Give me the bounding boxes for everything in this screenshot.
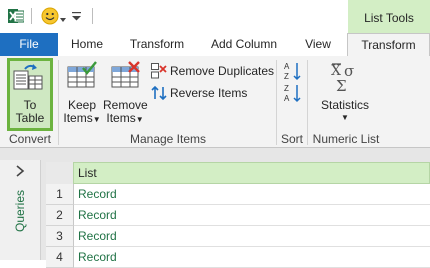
- reverse-items-icon: [151, 85, 167, 101]
- list-tools-contextual-header: List Tools: [348, 0, 430, 33]
- statistics-icon: X σ Σ: [330, 62, 360, 95]
- statistics-label[interactable]: Statistics: [314, 98, 376, 112]
- keep-items-label-line1[interactable]: Keep: [62, 98, 102, 112]
- reverse-items-button[interactable]: Reverse Items: [150, 84, 250, 102]
- remove-items-button[interactable]: Items▼: [103, 111, 147, 127]
- group-label-manage-items: Manage Items: [129, 132, 207, 146]
- grid-header: [46, 162, 430, 184]
- table-row: 4 Record: [46, 247, 430, 268]
- tab-transform[interactable]: Transform: [122, 33, 192, 56]
- to-table-icon: [13, 63, 43, 93]
- row-number[interactable]: 4: [46, 247, 74, 268]
- group-label-convert: Convert: [8, 132, 52, 146]
- group-separator: [276, 60, 277, 145]
- keep-items-icon: [67, 61, 97, 89]
- table-row: 3 Record: [46, 226, 430, 247]
- list-tools-label: List Tools: [364, 11, 414, 25]
- remove-items-dropdown-icon: ▼: [135, 115, 144, 124]
- sort-ascending-icon[interactable]: A Z: [284, 61, 302, 81]
- to-table-label-line1: To: [23, 98, 37, 112]
- svg-text:A: A: [284, 94, 290, 103]
- svg-text:Z: Z: [284, 84, 289, 93]
- keep-items-button[interactable]: Items▼: [62, 111, 102, 127]
- grid-corner[interactable]: [46, 162, 74, 184]
- tab-list-transform[interactable]: Transform: [347, 33, 430, 58]
- remove-items-label-line1[interactable]: Remove: [103, 98, 148, 112]
- group-separator: [58, 60, 59, 145]
- record-link[interactable]: Record: [74, 226, 430, 247]
- remove-items-icon: [111, 61, 141, 89]
- customize-toolbar-icon[interactable]: [72, 10, 81, 21]
- remove-duplicates-label: Remove Duplicates: [170, 64, 275, 78]
- group-label-sort: Sort: [280, 132, 303, 146]
- record-link[interactable]: Record: [74, 247, 430, 268]
- column-header-list[interactable]: List: [78, 166, 97, 180]
- keep-items-dropdown-icon: ▼: [92, 115, 101, 124]
- sort-descending-icon[interactable]: Z A: [284, 83, 302, 103]
- remove-duplicates-icon: [151, 63, 167, 79]
- tab-file[interactable]: File: [0, 33, 58, 56]
- row-number[interactable]: 2: [46, 205, 74, 226]
- reverse-items-label: Reverse Items: [170, 86, 248, 100]
- expand-queries-chevron-icon[interactable]: [14, 164, 26, 178]
- smiley-dropdown-icon[interactable]: [60, 12, 66, 22]
- to-table-label-line2: Table: [15, 111, 45, 125]
- tab-view[interactable]: View: [296, 33, 340, 56]
- keep-items-label-line2: Items: [63, 111, 93, 125]
- svg-text:Σ: Σ: [336, 77, 347, 92]
- record-link[interactable]: Record: [74, 205, 430, 226]
- tab-add-column[interactable]: Add Column: [202, 33, 286, 56]
- group-label-numeric-list: Numeric List: [312, 132, 380, 146]
- table-row: 1 Record: [46, 184, 430, 205]
- statistics-dropdown-icon[interactable]: ▼: [314, 111, 376, 125]
- smiley-feedback-icon[interactable]: [41, 7, 59, 25]
- record-link[interactable]: Record: [74, 184, 430, 205]
- svg-text:Z: Z: [284, 72, 289, 81]
- table-row: 2 Record: [46, 205, 430, 226]
- queries-pane-label[interactable]: Queries: [13, 178, 29, 244]
- row-number[interactable]: 1: [46, 184, 74, 205]
- tab-home[interactable]: Home: [62, 33, 112, 56]
- excel-icon[interactable]: [8, 8, 25, 24]
- separator: [31, 8, 32, 24]
- svg-text:A: A: [284, 62, 290, 71]
- remove-duplicates-button[interactable]: Remove Duplicates: [150, 62, 275, 80]
- separator: [92, 8, 93, 24]
- row-number[interactable]: 3: [46, 226, 74, 247]
- remove-items-label-line2: Items: [106, 111, 136, 125]
